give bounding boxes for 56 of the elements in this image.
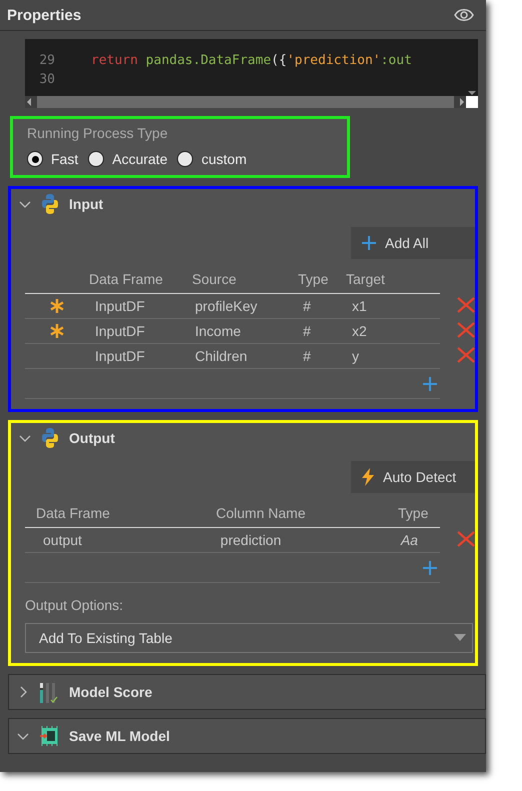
radio-option[interactable]: custom bbox=[177, 151, 247, 167]
scroll-left-icon[interactable] bbox=[25, 97, 33, 107]
python-icon bbox=[41, 193, 59, 215]
panel-title: Properties bbox=[7, 6, 82, 24]
code-editor[interactable]: 29 return pandas.DataFrame({'prediction':out 30 bbox=[25, 39, 478, 108]
chip-icon bbox=[39, 725, 59, 747]
table-cell-text: InputDF bbox=[94, 323, 146, 339]
table-cell-text: output bbox=[42, 532, 83, 548]
section-title[interactable]: Save ML Model bbox=[69, 728, 170, 744]
table-cell-text: InputDF bbox=[94, 348, 146, 364]
lightning-icon bbox=[361, 468, 375, 486]
eye-icon[interactable] bbox=[454, 8, 474, 22]
table-cell-text: x2 bbox=[351, 323, 368, 339]
column-header: Type bbox=[398, 505, 430, 521]
output-options-dropdown[interactable]: Add To Existing Table bbox=[25, 623, 473, 653]
group-label: Running Process Type bbox=[27, 125, 169, 141]
field-label: Output Options: bbox=[25, 597, 124, 613]
code-line: return pandas.DataFrame({'prediction':out bbox=[91, 52, 412, 70]
table-cell-text: Aa bbox=[399, 532, 419, 548]
table-cell-text: # bbox=[302, 323, 312, 339]
radio-option[interactable]: Accurate bbox=[88, 151, 168, 167]
radio-button[interactable] bbox=[88, 151, 104, 167]
table-cell-text: # bbox=[302, 298, 312, 314]
scroll-right-icon[interactable] bbox=[458, 97, 466, 107]
radio-button[interactable] bbox=[27, 151, 43, 167]
column-header: Data Frame bbox=[35, 505, 111, 521]
auto-detect-button[interactable]: Auto Detect bbox=[351, 461, 475, 493]
scrollbar-thumb[interactable] bbox=[37, 96, 454, 108]
column-header: Source bbox=[192, 271, 238, 287]
radio-option[interactable]: Fast bbox=[27, 151, 78, 167]
add-row-icon[interactable] bbox=[422, 560, 438, 576]
add-row-icon[interactable] bbox=[422, 376, 438, 392]
python-icon bbox=[41, 427, 59, 449]
section-title[interactable]: Model Score bbox=[69, 684, 152, 700]
line-number: 29 bbox=[38, 52, 55, 70]
dropdown-arrow-icon bbox=[454, 634, 466, 642]
table-cell-text: # bbox=[302, 348, 312, 364]
section-title[interactable]: Input bbox=[69, 196, 104, 212]
table-cell-text: Children bbox=[194, 348, 248, 364]
column-header: Column Name bbox=[216, 505, 306, 521]
scrollbar-corner bbox=[466, 96, 478, 108]
line-number: 30 bbox=[38, 71, 55, 89]
table-cell-text: profileKey bbox=[194, 298, 258, 314]
column-header: Target bbox=[346, 271, 386, 287]
section-title[interactable]: Output bbox=[69, 430, 115, 446]
column-header: Type bbox=[298, 271, 330, 287]
table-cell-text: y bbox=[351, 348, 360, 364]
table-cell-text: InputDF bbox=[94, 298, 146, 314]
plus-icon bbox=[361, 235, 377, 251]
column-header: Data Frame bbox=[89, 271, 164, 287]
add-all-button[interactable]: Add All bbox=[351, 227, 475, 259]
radio-button[interactable] bbox=[177, 151, 194, 167]
table-cell-text: prediction bbox=[219, 532, 282, 548]
table-cell-text: Income bbox=[194, 323, 242, 339]
table-cell-text: x1 bbox=[351, 298, 368, 314]
bar-columns-icon bbox=[39, 681, 59, 703]
